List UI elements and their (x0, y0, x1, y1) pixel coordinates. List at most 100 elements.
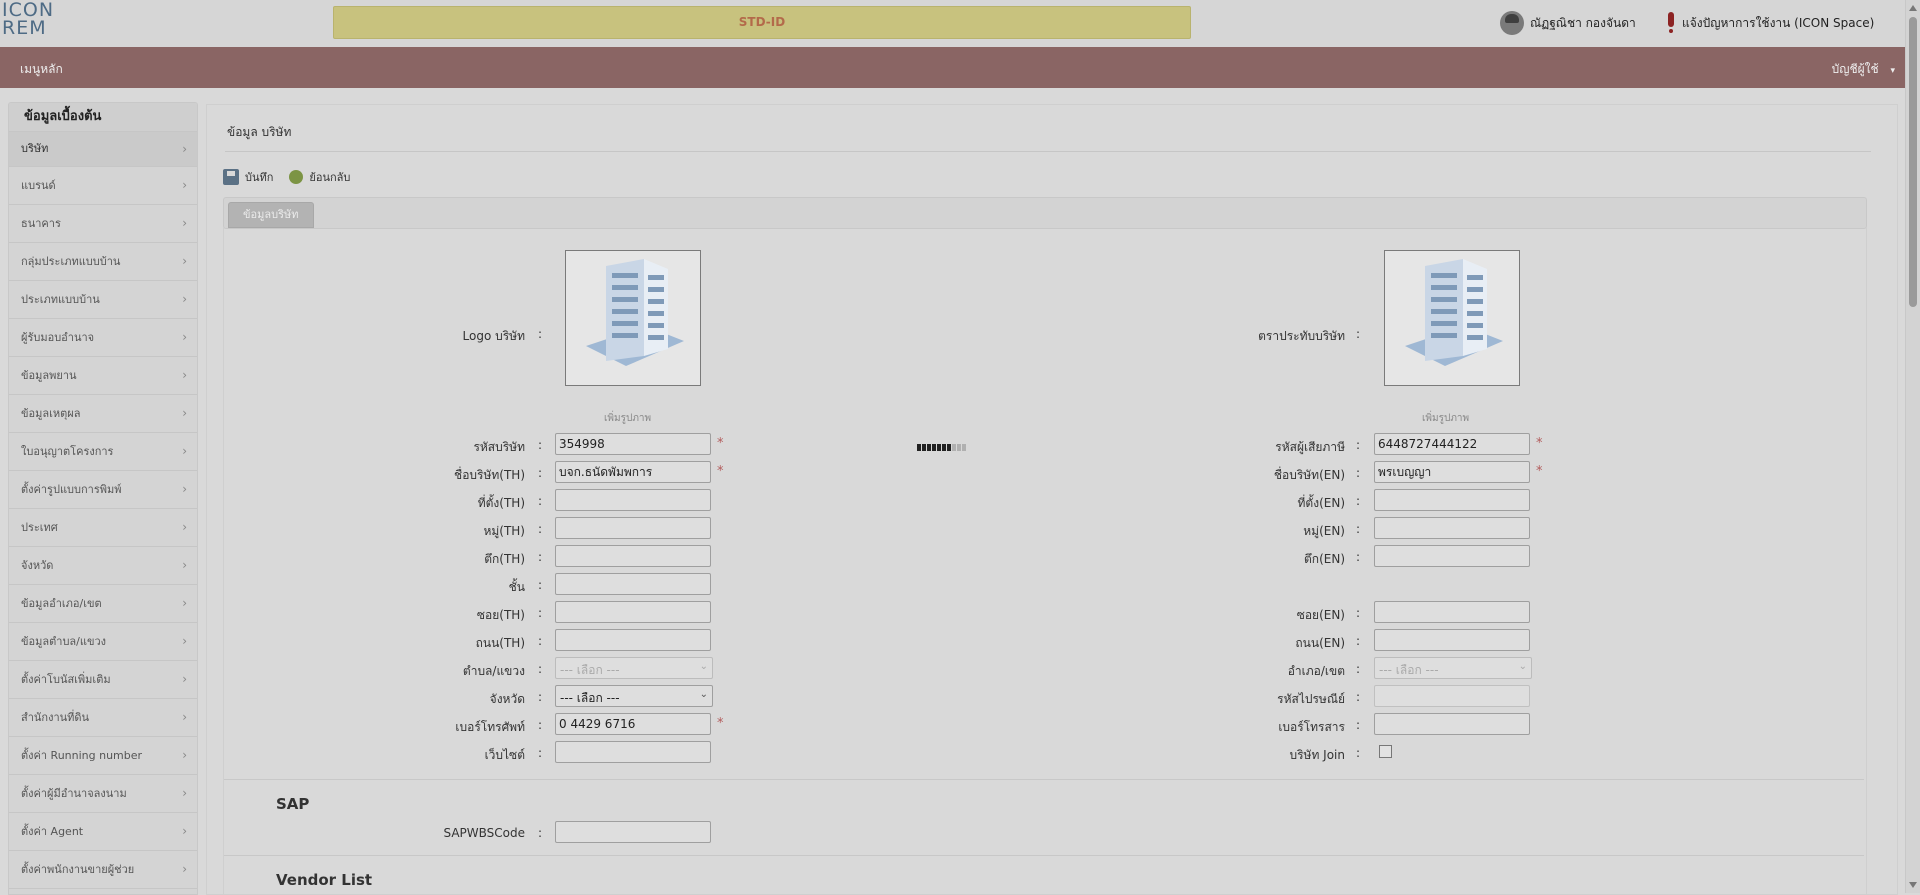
user-menu[interactable]: ณัฏฐณิชา กองจันดา (1500, 11, 1636, 35)
address-en-label: ที่ตั้ง(EN) (1297, 496, 1345, 510)
sidebar-item[interactable]: ตั้งค่าผู้มีอำนาจลงนาม › (9, 775, 197, 813)
sidebar-item[interactable]: ตั้งค่าพนักงานขายผู้ช่วย › (9, 851, 197, 889)
back-icon[interactable] (289, 170, 304, 184)
scroll-down-icon[interactable] (1909, 882, 1917, 888)
section-divider (224, 779, 1864, 780)
sidebar-item[interactable]: สำนักงานที่ดิน › (9, 699, 197, 737)
app-logo[interactable]: ICON REM (0, 0, 55, 40)
building-en-input[interactable] (1374, 545, 1530, 567)
building-th-input[interactable] (555, 545, 711, 567)
postcode-input[interactable] (1374, 685, 1530, 707)
sidebar-item[interactable]: แบรนด์ › (9, 167, 197, 205)
sidebar-item[interactable]: ธนาคาร › (9, 205, 197, 243)
sidebar-item[interactable]: บริษัท › (9, 132, 197, 167)
company-stamp-image[interactable] (1384, 250, 1520, 386)
sap-wbs-input[interactable] (555, 821, 711, 843)
sap-section-title: SAP (276, 795, 310, 813)
sidebar-item[interactable]: กลุ่มประเภทแบบบ้าน › (9, 243, 197, 281)
soi-th-label: ซอย(TH) (476, 608, 525, 622)
sidebar-item[interactable]: ข้อมูลพยาน › (9, 357, 197, 395)
account-menu[interactable]: บัญชีผู้ใช้ ▾ (1832, 60, 1895, 79)
sidebar-item[interactable]: ตั้งค่ารูปแบบการพิมพ์ › (9, 471, 197, 509)
address-th-label: ที่ตั้ง(TH) (477, 496, 525, 510)
sidebar-item[interactable]: ตั้งค่า BOI› (9, 889, 197, 894)
scroll-thumb[interactable] (1909, 17, 1917, 307)
sidebar-item-label: สำนักงานที่ดิน (21, 711, 90, 724)
website-label: เว็บไซต์ (484, 748, 525, 762)
road-th-input[interactable] (555, 629, 711, 651)
colon: : (538, 690, 543, 704)
chevron-right-icon: › (182, 444, 187, 458)
join-company-label: บริษัท Join (1289, 748, 1345, 762)
sidebar-item[interactable]: ตั้งค่าโบนัสเพิ่มเติม › (9, 661, 197, 699)
moo-th-input[interactable] (555, 517, 711, 539)
colon: : (538, 746, 543, 760)
sidebar-item-label: แบรนด์ (21, 179, 56, 192)
tab-company-info[interactable]: ข้อมูลบริษัท (228, 202, 314, 228)
save-button[interactable]: บันทึก (245, 168, 273, 186)
sidebar-item[interactable]: ข้อมูลอำเภอ/เขต › (9, 585, 197, 623)
join-company-checkbox[interactable] (1379, 745, 1392, 758)
sidebar-item[interactable]: ผู้รับมอบอำนาจ › (9, 319, 197, 357)
save-icon[interactable] (223, 169, 239, 185)
building-icon (586, 259, 684, 366)
sidebar-item-label: จังหวัด (21, 559, 54, 572)
subdistrict-select[interactable]: --- เลือก --- ⌄ (555, 657, 713, 679)
colon: : (1356, 550, 1361, 564)
report-issue-link[interactable]: แจ้งปัญหาการใช้งาน (ICON Space) (1668, 11, 1874, 35)
address-th-input[interactable] (555, 489, 711, 511)
top-bar: ICON REM STD-ID ณัฏฐณิชา กองจันดา แจ้งปั… (0, 0, 1920, 47)
fax-input[interactable] (1374, 713, 1530, 735)
sidebar-title: ข้อมูลเบื้องต้น (9, 103, 197, 132)
website-input[interactable] (555, 741, 711, 763)
soi-th-input[interactable] (555, 601, 711, 623)
sidebar-item[interactable]: ประเทศ › (9, 509, 197, 547)
road-en-input[interactable] (1374, 629, 1530, 651)
sidebar-item[interactable]: ข้อมูลเหตุผล › (9, 395, 197, 433)
phone-label: เบอร์โทรศัพท์ (455, 720, 525, 734)
sidebar-item-label: ตั้งค่า Running number (21, 749, 143, 762)
back-button[interactable]: ย้อนกลับ (309, 168, 350, 186)
main-menu-link[interactable]: เมนูหลัก (20, 60, 63, 79)
chevron-right-icon: › (182, 558, 187, 572)
chevron-down-icon: ⌄ (699, 689, 708, 700)
page-scrollbar[interactable] (1905, 0, 1920, 893)
building-th-label: ตึก(TH) (484, 552, 525, 566)
chevron-right-icon: › (182, 748, 187, 762)
address-en-input[interactable] (1374, 489, 1530, 511)
district-label: อำเภอ/เขต (1287, 664, 1345, 678)
add-stamp-photo-link[interactable]: เพิ่มรูปภาพ (1422, 411, 1469, 426)
colon: : (538, 550, 543, 564)
company-code-input[interactable] (555, 433, 711, 455)
sidebar-item[interactable]: ตั้งค่า Agent › (9, 813, 197, 851)
tax-id-input[interactable] (1374, 433, 1530, 455)
avatar-icon (1500, 11, 1524, 35)
chevron-right-icon: › (182, 368, 187, 382)
phone-input[interactable] (555, 713, 711, 735)
sidebar-item[interactable]: ใบอนุญาตโครงการ › (9, 433, 197, 471)
moo-en-input[interactable] (1374, 517, 1530, 539)
company-logo-image[interactable] (565, 250, 701, 386)
colon: : (1356, 746, 1361, 760)
chevron-right-icon: › (182, 520, 187, 534)
colon: : (538, 606, 543, 620)
sidebar-item[interactable]: ประเภทแบบบ้าน › (9, 281, 197, 319)
sidebar-item[interactable]: ตั้งค่า Running number › (9, 737, 197, 775)
floor-input[interactable] (555, 573, 711, 595)
soi-en-input[interactable] (1374, 601, 1530, 623)
district-select[interactable]: --- เลือก --- ⌄ (1374, 657, 1532, 679)
sidebar-item[interactable]: จังหวัด › (9, 547, 197, 585)
province-select[interactable]: --- เลือก --- ⌄ (555, 685, 713, 707)
subdistrict-label: ตำบล/แขวง (462, 664, 525, 678)
colon: : (538, 634, 543, 648)
moo-th-label: หมู่(TH) (483, 524, 525, 538)
colon: : (538, 662, 543, 676)
logo-label: Logo บริษัท (462, 329, 525, 343)
colon: : (1356, 606, 1361, 620)
add-logo-photo-link[interactable]: เพิ่มรูปภาพ (604, 411, 651, 426)
company-name-en-input[interactable] (1374, 461, 1530, 483)
scroll-up-icon[interactable] (1909, 5, 1917, 11)
chevron-right-icon: › (182, 254, 187, 268)
company-name-th-input[interactable] (555, 461, 711, 483)
sidebar-item[interactable]: ข้อมูลตำบล/แขวง › (9, 623, 197, 661)
